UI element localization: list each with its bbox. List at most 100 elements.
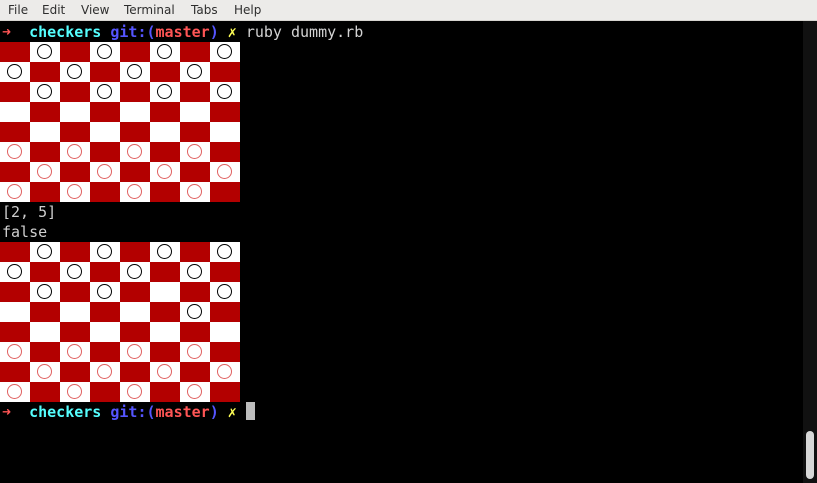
red-piece <box>127 344 142 359</box>
menu-bar: File Edit View Terminal Tabs Help <box>0 0 817 21</box>
board-square <box>60 62 90 82</box>
red-piece <box>37 364 52 379</box>
board-square <box>0 302 30 322</box>
scrollbar-thumb[interactable] <box>806 431 814 479</box>
board-square <box>60 82 90 102</box>
black-piece <box>127 264 142 279</box>
board-square <box>180 162 210 182</box>
board-square <box>210 122 240 142</box>
red-piece <box>127 184 142 199</box>
board-square <box>150 362 180 382</box>
board-square <box>90 242 120 262</box>
board-square <box>0 362 30 382</box>
red-piece <box>97 164 112 179</box>
board-square <box>60 102 90 122</box>
board-square <box>90 262 120 282</box>
board-square <box>150 242 180 262</box>
board-square <box>60 142 90 162</box>
red-piece <box>67 344 82 359</box>
black-piece <box>217 244 232 259</box>
checkers-board-after <box>0 242 240 402</box>
board-square <box>120 162 150 182</box>
board-square <box>0 282 30 302</box>
prompt-arrow: ➜ <box>2 403 12 421</box>
red-piece <box>187 384 202 399</box>
board-square <box>60 242 90 262</box>
red-piece <box>67 144 82 159</box>
board-square <box>210 62 240 82</box>
menu-tabs[interactable]: Tabs <box>191 3 218 18</box>
red-piece <box>187 184 202 199</box>
board-square <box>30 182 60 202</box>
board-square <box>150 102 180 122</box>
board-square <box>60 342 90 362</box>
terminal-scrollbar[interactable] <box>803 21 817 483</box>
board-square <box>210 302 240 322</box>
board-square <box>60 42 90 62</box>
board-square <box>180 302 210 322</box>
board-square <box>30 82 60 102</box>
board-square <box>150 62 180 82</box>
board-square <box>180 262 210 282</box>
red-piece <box>217 164 232 179</box>
board-square <box>180 142 210 162</box>
board-square <box>210 242 240 262</box>
board-square <box>180 42 210 62</box>
board-square <box>120 42 150 62</box>
black-piece <box>7 264 22 279</box>
board-square <box>90 162 120 182</box>
board-square <box>180 322 210 342</box>
board-square <box>120 262 150 282</box>
black-piece <box>37 84 52 99</box>
black-piece <box>157 44 172 59</box>
board-square <box>180 362 210 382</box>
prompt-branch: master <box>155 403 210 421</box>
board-square <box>150 282 180 302</box>
red-piece <box>187 144 202 159</box>
board-square <box>60 122 90 142</box>
board-square <box>120 322 150 342</box>
red-piece <box>97 364 112 379</box>
black-piece <box>217 44 232 59</box>
board-square <box>30 342 60 362</box>
board-square <box>90 322 120 342</box>
board-square <box>120 362 150 382</box>
black-piece <box>97 244 112 259</box>
board-square <box>0 162 30 182</box>
board-square <box>210 382 240 402</box>
board-square <box>150 162 180 182</box>
board-square <box>180 102 210 122</box>
red-piece <box>157 164 172 179</box>
board-square <box>60 262 90 282</box>
prompt-git-close: ) <box>209 23 219 41</box>
menu-terminal[interactable]: Terminal <box>124 3 175 18</box>
menu-help[interactable]: Help <box>234 3 261 18</box>
board-square <box>180 342 210 362</box>
board-square <box>120 102 150 122</box>
board-square <box>180 82 210 102</box>
menu-edit[interactable]: Edit <box>42 3 65 18</box>
board-square <box>120 282 150 302</box>
red-piece <box>67 184 82 199</box>
board-square <box>60 182 90 202</box>
menu-view[interactable]: View <box>81 3 109 18</box>
board-square <box>0 322 30 342</box>
prompt-dirty-mark: ✗ <box>227 23 237 41</box>
prompt-dirty-mark: ✗ <box>227 403 237 421</box>
prompt-git-close: ) <box>209 403 219 421</box>
menu-file[interactable]: File <box>8 3 28 18</box>
board-square <box>30 282 60 302</box>
board-square <box>60 282 90 302</box>
board-square <box>210 142 240 162</box>
board-square <box>210 42 240 62</box>
board-square <box>180 122 210 142</box>
black-piece <box>37 284 52 299</box>
board-square <box>120 242 150 262</box>
black-piece <box>217 84 232 99</box>
red-piece <box>67 384 82 399</box>
board-square <box>90 42 120 62</box>
board-square <box>150 142 180 162</box>
red-piece <box>7 184 22 199</box>
terminal-screen[interactable]: ➜ checkers git:(master) ✗ ruby dummy.rb … <box>0 21 803 483</box>
board-square <box>30 122 60 142</box>
